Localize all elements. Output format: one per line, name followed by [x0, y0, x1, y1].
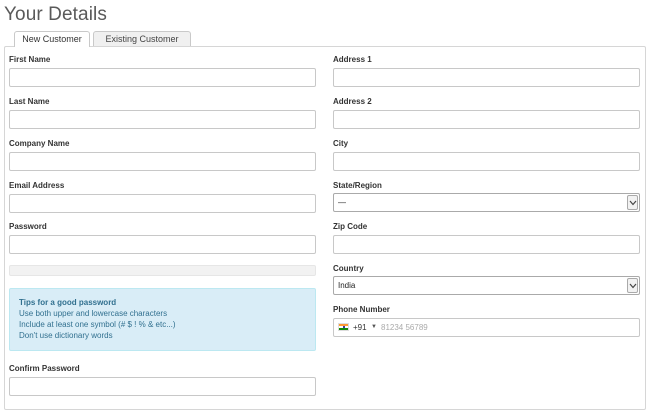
last-name-label: Last Name: [9, 97, 50, 106]
tab-existing-customer[interactable]: Existing Customer: [93, 31, 191, 46]
password-tips-box: Tips for a good password Use both upper …: [9, 288, 316, 351]
country-selected-value: India: [338, 281, 356, 290]
zip-input[interactable]: [333, 235, 640, 254]
password-tip-item: Include at least one symbol (# $ ! % & e…: [19, 320, 176, 329]
password-tip-item: Use both upper and lowercase characters: [19, 309, 168, 318]
chevron-down-icon[interactable]: [627, 195, 638, 210]
password-strength-bar: [9, 265, 316, 276]
first-name-label: First Name: [9, 55, 51, 64]
company-name-label: Company Name: [9, 139, 70, 148]
state-label: State/Region: [333, 181, 382, 190]
company-name-input[interactable]: [9, 152, 316, 171]
email-input[interactable]: [9, 194, 316, 213]
country-code-dropdown[interactable]: +91 ▼: [334, 319, 378, 336]
password-tips-title: Tips for a good password: [19, 298, 117, 307]
password-input[interactable]: [9, 235, 316, 254]
state-select[interactable]: —: [333, 193, 640, 212]
address2-label: Address 2: [333, 97, 372, 106]
chevron-down-icon[interactable]: [627, 278, 638, 293]
phone-input[interactable]: [381, 319, 631, 336]
india-flag-icon: [338, 323, 349, 331]
last-name-input[interactable]: [9, 110, 316, 129]
password-label: Password: [9, 222, 47, 231]
caret-down-icon: ▼: [371, 324, 377, 330]
page-title: Your Details: [4, 4, 107, 25]
zip-label: Zip Code: [333, 222, 368, 231]
city-label: City: [333, 139, 349, 148]
country-label: Country: [333, 264, 364, 273]
confirm-password-label: Confirm Password: [9, 364, 80, 373]
dial-code: +91: [353, 323, 367, 332]
address1-label: Address 1: [333, 55, 372, 64]
city-input[interactable]: [333, 152, 640, 171]
state-selected-value: —: [338, 198, 346, 207]
confirm-password-input[interactable]: [9, 377, 316, 396]
phone-label: Phone Number: [333, 305, 390, 314]
address1-input[interactable]: [333, 68, 640, 87]
country-select[interactable]: India: [333, 276, 640, 295]
address2-input[interactable]: [333, 110, 640, 129]
phone-field: +91 ▼: [333, 318, 640, 337]
first-name-input[interactable]: [9, 68, 316, 87]
email-label: Email Address: [9, 181, 65, 190]
password-tip-item: Don't use dictionary words: [19, 331, 113, 340]
tab-new-customer[interactable]: New Customer: [14, 31, 90, 47]
details-panel: [4, 46, 646, 410]
